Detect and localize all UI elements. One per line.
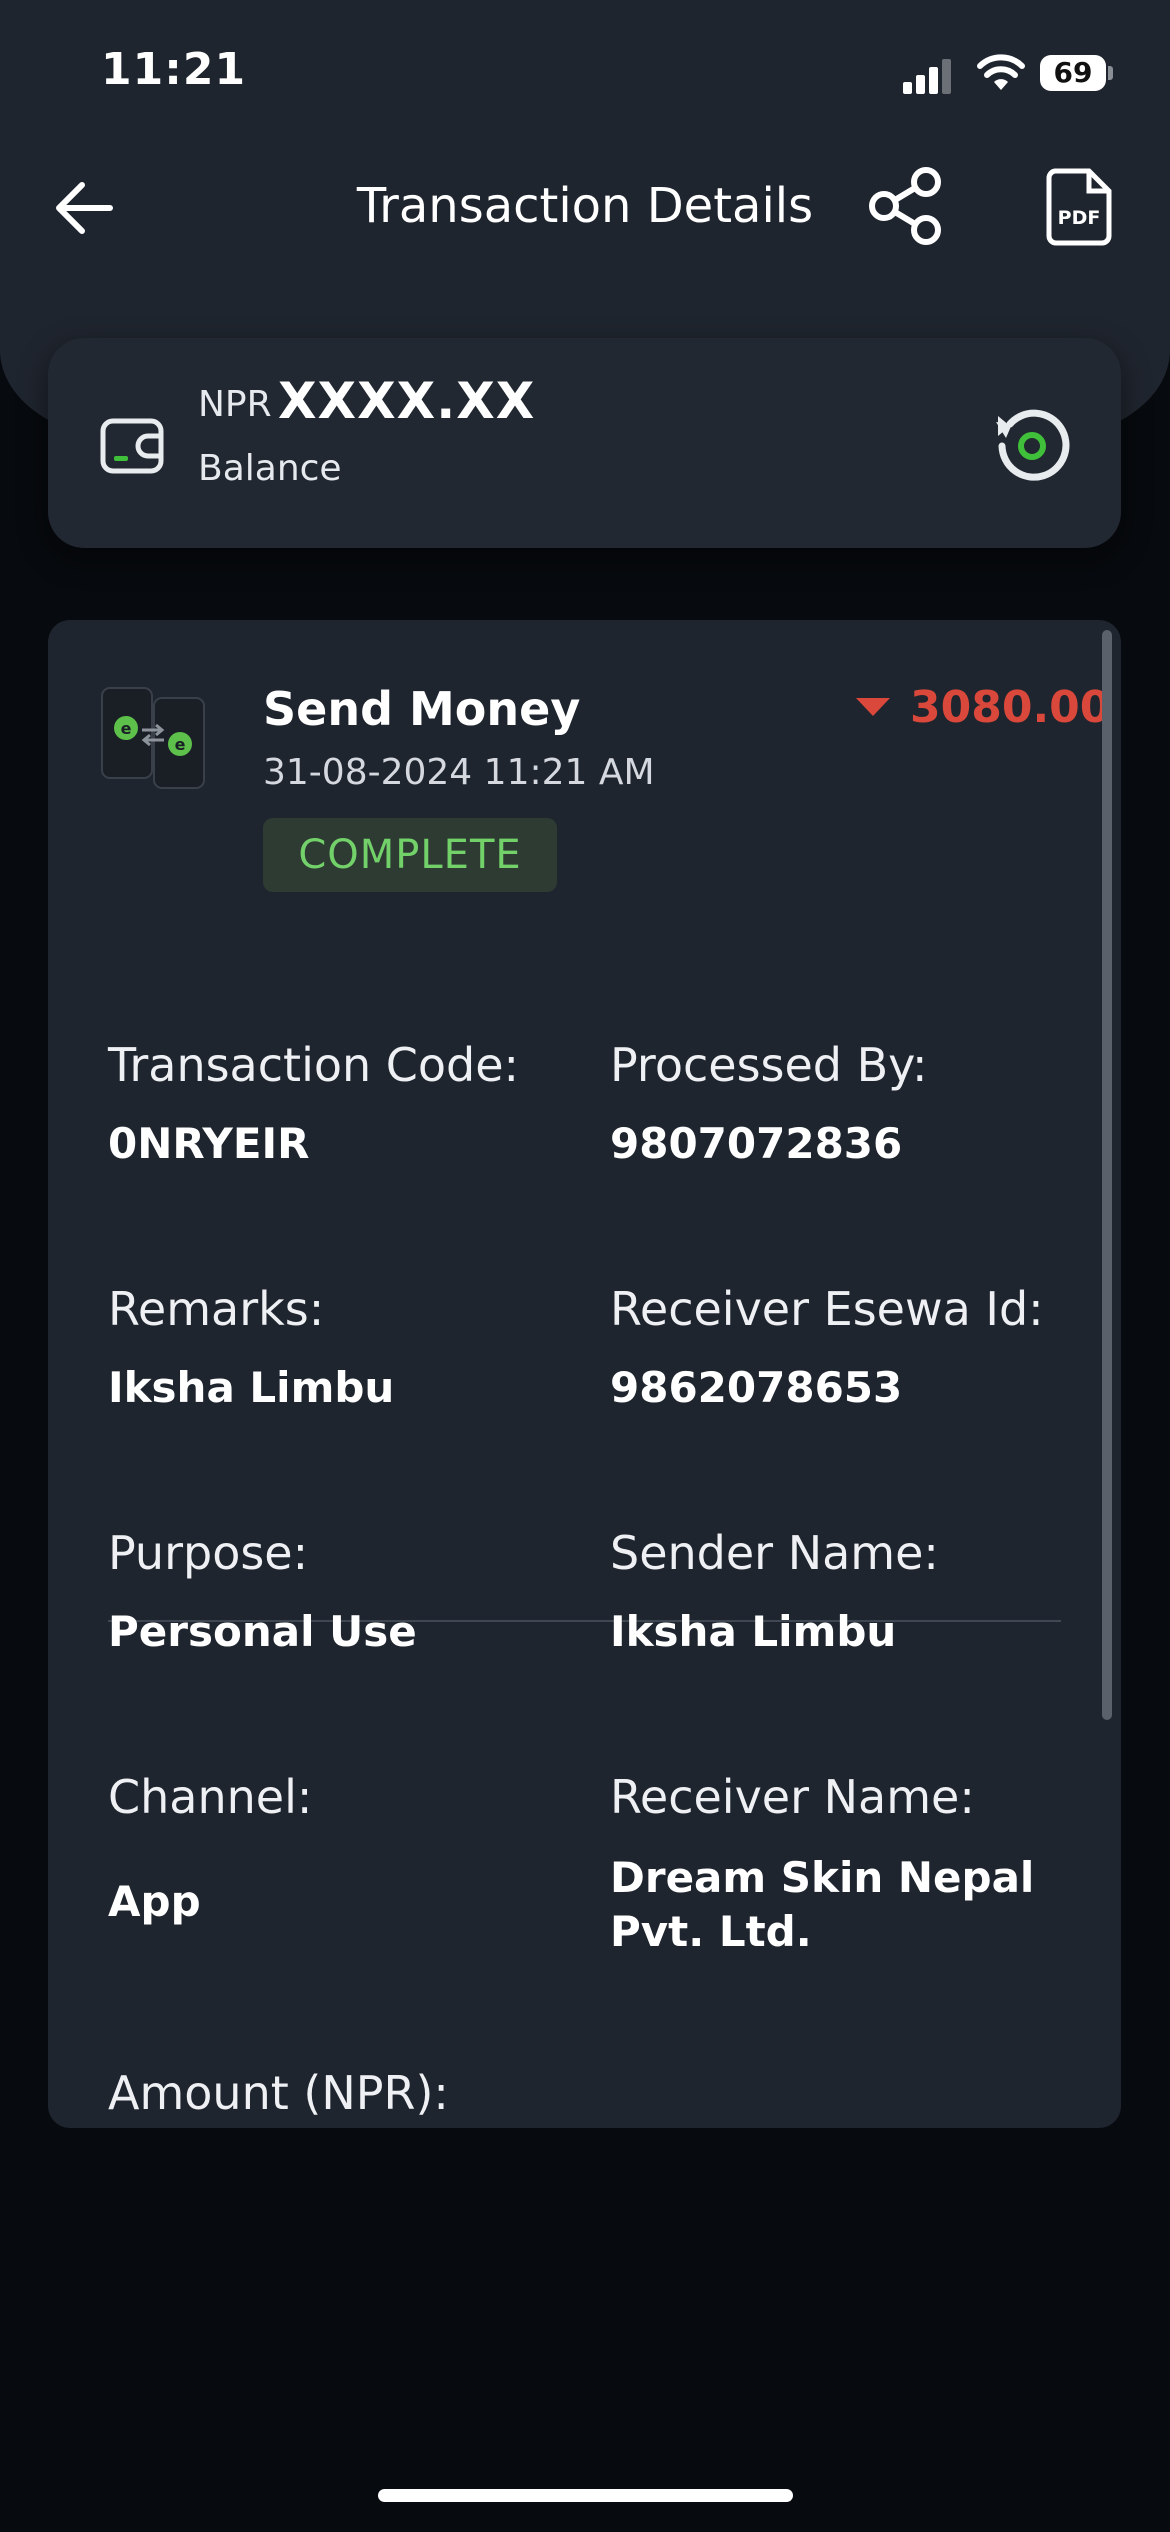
balance-value: XXXX.XX — [278, 372, 536, 430]
wallet-icon — [100, 418, 164, 474]
receiver-esewa-id-value: 9862078653 — [610, 1363, 903, 1412]
svg-text:e: e — [121, 719, 132, 738]
transaction-card: e e Send Money 31-08-2024 11:21 AM COMPL… — [48, 620, 1121, 2128]
battery-icon: 69 — [1040, 55, 1106, 91]
purpose-value: Personal Use — [108, 1607, 417, 1656]
balance-card: NPR XXXX.XX Balance — [48, 338, 1121, 548]
remarks-value: Iksha Limbu — [108, 1363, 395, 1412]
balance-currency: NPR — [198, 384, 272, 425]
home-indicator[interactable] — [378, 2489, 793, 2502]
transaction-code-value: 0NRYEIR — [108, 1119, 310, 1168]
arrow-left-icon[interactable] — [54, 180, 114, 236]
svg-text:e: e — [175, 735, 186, 754]
receiver-name-line1: Dream Skin Nepal — [610, 1853, 1035, 1902]
sender-name-value: Iksha Limbu — [610, 1607, 897, 1656]
refresh-icon[interactable] — [990, 402, 1074, 486]
purpose-label: Purpose: — [108, 1526, 309, 1580]
page-title: Transaction Details — [356, 178, 814, 234]
receiver-esewa-id-label: Receiver Esewa Id: — [610, 1282, 1044, 1336]
pdf-icon[interactable]: PDF — [1045, 168, 1113, 246]
processed-by-label: Processed By: — [610, 1038, 928, 1092]
status-badge: COMPLETE — [263, 818, 557, 892]
wifi-icon — [977, 54, 1025, 90]
transaction-amount: 3080.00 — [910, 682, 1111, 733]
screen: 11:21 69 Transaction Details PDF NPR XXX… — [0, 0, 1170, 2532]
balance-label: Balance — [198, 448, 342, 489]
caret-down-icon — [856, 698, 890, 716]
battery-cap — [1108, 66, 1113, 80]
channel-value: App — [108, 1877, 201, 1926]
transaction-code-label: Transaction Code: — [108, 1038, 520, 1092]
transaction-datetime: 31-08-2024 11:21 AM — [263, 752, 655, 793]
status-time: 11:21 — [101, 44, 247, 95]
receiver-name-line2: Pvt. Ltd. — [610, 1907, 812, 1956]
receiver-name-label: Receiver Name: — [610, 1770, 975, 1824]
share-icon[interactable] — [866, 166, 946, 246]
remarks-label: Remarks: — [108, 1282, 325, 1336]
signal-icon — [903, 56, 953, 94]
processed-by-value: 9807072836 — [610, 1119, 903, 1168]
send-money-icon: e e — [101, 687, 205, 789]
scrollbar[interactable] — [1102, 630, 1112, 1720]
amount-npr-label: Amount (NPR): — [108, 2066, 449, 2120]
transaction-type: Send Money — [263, 682, 581, 736]
svg-text:PDF: PDF — [1058, 207, 1101, 229]
sender-name-label: Sender Name: — [610, 1526, 939, 1580]
channel-label: Channel: — [108, 1770, 313, 1824]
